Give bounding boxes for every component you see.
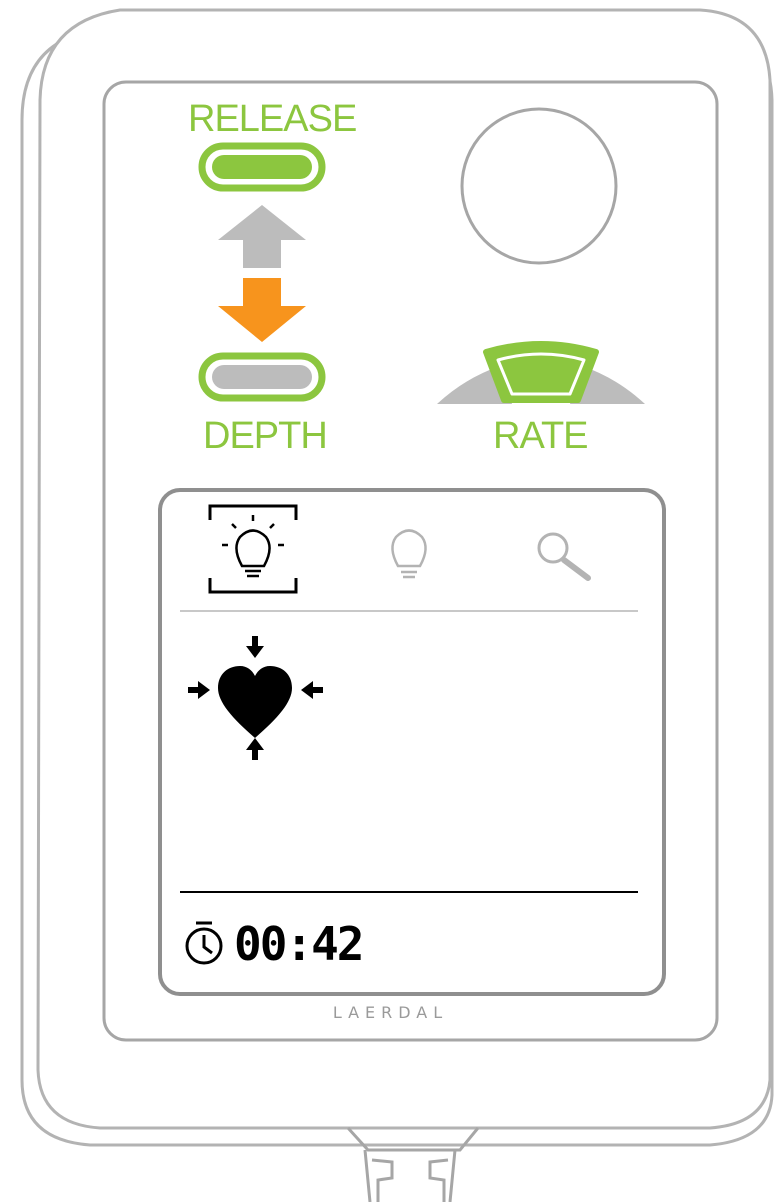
brand-label: LAERDAL bbox=[332, 1003, 449, 1022]
release-label: RELEASE bbox=[188, 98, 357, 140]
cable-connector bbox=[346, 1126, 480, 1202]
rate-label: RATE bbox=[493, 415, 589, 457]
round-indicator bbox=[460, 107, 618, 265]
depth-label: DEPTH bbox=[203, 415, 328, 457]
timer-value: 00:42 bbox=[234, 917, 364, 971]
